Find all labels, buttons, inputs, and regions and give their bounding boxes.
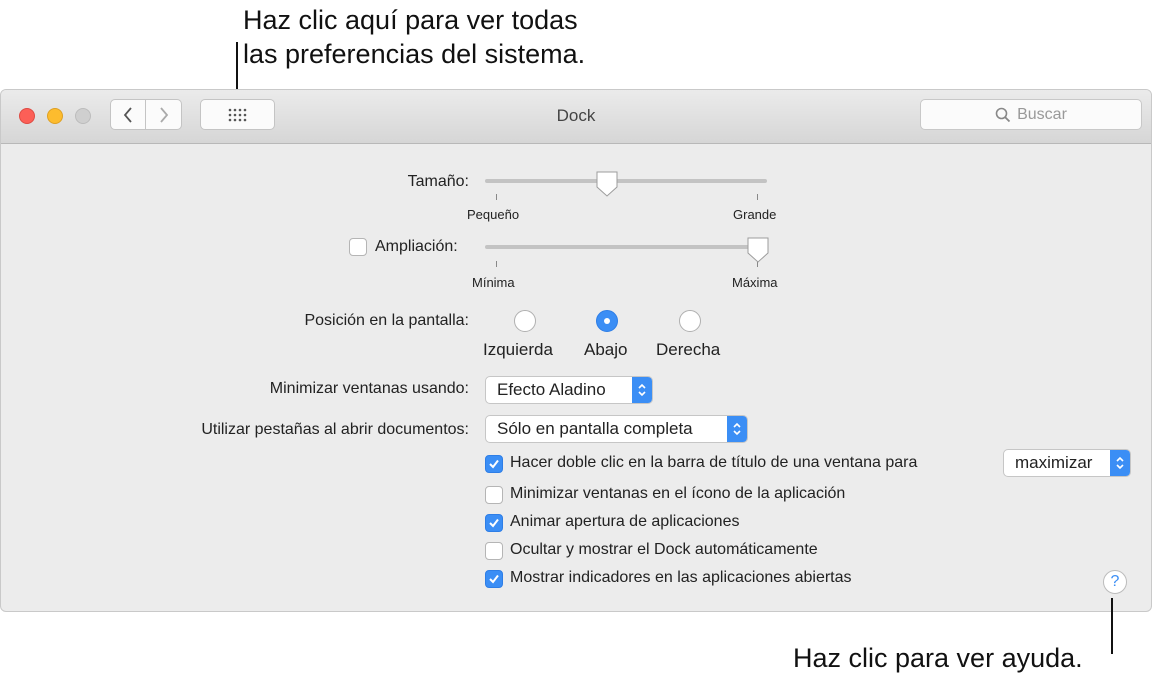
double-click-checkbox[interactable] bbox=[485, 455, 503, 473]
minimize-into-app-icon-checkbox[interactable] bbox=[485, 486, 503, 504]
size-min-tick bbox=[496, 194, 497, 200]
search-field[interactable]: Buscar bbox=[920, 99, 1142, 130]
size-slider-thumb[interactable] bbox=[595, 170, 619, 198]
search-icon bbox=[995, 107, 1011, 122]
position-right-label: Derecha bbox=[656, 340, 721, 359]
minimize-effect-value: Efecto Aladino bbox=[497, 380, 606, 399]
magnification-slider-track[interactable] bbox=[485, 245, 767, 249]
position-bottom-radio[interactable] bbox=[596, 310, 618, 332]
position-bottom-label: Abajo bbox=[584, 340, 628, 359]
popup-arrows-icon bbox=[632, 377, 652, 403]
callout-help: Haz clic para ver ayuda. bbox=[793, 643, 1083, 673]
size-slider-track[interactable] bbox=[485, 179, 767, 183]
autohide-dock-checkbox[interactable] bbox=[485, 542, 503, 560]
position-label: Posición en la pantalla: bbox=[304, 312, 469, 329]
magnification-slider-thumb[interactable] bbox=[746, 236, 770, 264]
autohide-dock-label: Ocultar y mostrar el Dock automáticament… bbox=[510, 541, 818, 558]
size-max-label: Grande bbox=[733, 207, 777, 222]
dock-preferences-window: Dock Buscar Tamaño: Pequeño Grande Ampli… bbox=[0, 89, 1152, 612]
minimize-effect-popup[interactable]: Efecto Aladino bbox=[485, 376, 653, 404]
help-button[interactable]: ? bbox=[1103, 570, 1127, 594]
checkmark-icon bbox=[489, 518, 499, 528]
minimize-label: Minimizar ventanas usando: bbox=[269, 380, 469, 397]
minimize-into-app-icon-label: Minimizar ventanas en el ícono de la apl… bbox=[510, 485, 846, 502]
magnification-label: Ampliación: bbox=[375, 238, 458, 255]
double-click-action-value: maximizar bbox=[1015, 453, 1093, 472]
title-bar: Dock Buscar bbox=[1, 90, 1151, 144]
show-indicators-label: Mostrar indicadores en las aplicaciones … bbox=[510, 569, 852, 586]
help-question-icon: ? bbox=[1110, 573, 1120, 590]
double-click-label: Hacer doble clic en la barra de título d… bbox=[510, 454, 918, 471]
magnification-checkbox[interactable] bbox=[349, 238, 367, 256]
animate-opening-checkbox[interactable] bbox=[485, 514, 503, 532]
show-indicators-checkbox[interactable] bbox=[485, 570, 503, 588]
callout-line-2: las preferencias del sistema. bbox=[243, 39, 586, 69]
checkmark-icon bbox=[489, 574, 499, 584]
position-left-label: Izquierda bbox=[483, 340, 553, 359]
magnification-max-label: Máxima bbox=[732, 275, 778, 290]
callout-all-preferences: Haz clic aquí para ver todas las prefere… bbox=[243, 3, 585, 71]
animate-opening-label: Animar apertura de aplicaciones bbox=[510, 513, 740, 530]
magnification-min-label: Mínima bbox=[472, 275, 515, 290]
tabs-preference-popup[interactable]: Sólo en pantalla completa bbox=[485, 415, 748, 443]
help-callout-leader-line bbox=[1111, 598, 1113, 654]
tabs-preference-value: Sólo en pantalla completa bbox=[497, 419, 693, 438]
checkmark-icon bbox=[489, 459, 499, 469]
position-right-radio[interactable] bbox=[679, 310, 701, 332]
popup-arrows-icon bbox=[727, 416, 747, 442]
callout-line-1: Haz clic aquí para ver todas bbox=[243, 5, 578, 35]
size-max-tick bbox=[757, 194, 758, 200]
size-min-label: Pequeño bbox=[467, 207, 520, 222]
popup-arrows-icon bbox=[1110, 450, 1130, 476]
position-left-radio[interactable] bbox=[514, 310, 536, 332]
search-placeholder: Buscar bbox=[1017, 105, 1067, 123]
magnification-min-tick bbox=[496, 261, 497, 267]
double-click-action-popup[interactable]: maximizar bbox=[1003, 449, 1131, 477]
tabs-label: Utilizar pestañas al abrir documentos: bbox=[201, 421, 469, 438]
size-label: Tamaño: bbox=[407, 173, 469, 190]
